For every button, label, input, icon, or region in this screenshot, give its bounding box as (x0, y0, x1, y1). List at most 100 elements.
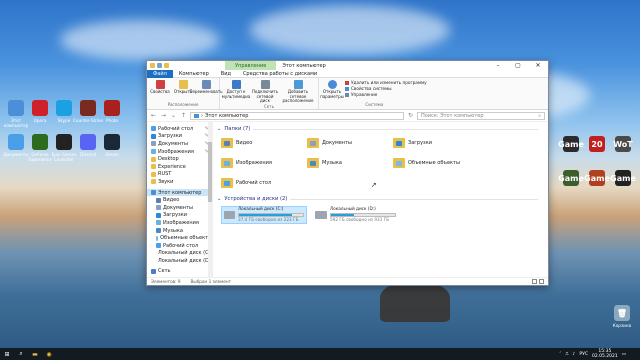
sidebar-item[interactable]: Музыка (147, 227, 212, 235)
folder-icon (307, 138, 319, 148)
navigation-scrollbar[interactable] (208, 122, 212, 277)
network-location-icon (293, 80, 303, 89)
back-button[interactable]: ← (150, 112, 157, 119)
chevron-up-icon[interactable]: ˄ (559, 352, 561, 357)
large-icons-view-button[interactable] (539, 279, 544, 284)
desktop-shortcut[interactable]: Game (608, 170, 638, 188)
search-input[interactable]: Поиск: Этот компьютер ⌕ (417, 111, 545, 120)
folder-icon (8, 134, 24, 150)
desktop-shortcut[interactable]: Photo (97, 100, 127, 123)
chrome-taskbar-icon[interactable]: ◉ (42, 348, 56, 360)
drive-icon (224, 211, 235, 219)
rename-button[interactable]: Переименовать (189, 80, 223, 95)
sidebar-item[interactable]: Рабочий стол (147, 242, 212, 250)
desktop-shortcut-label: Opera (33, 118, 47, 123)
tab-file[interactable]: Файл (147, 69, 173, 78)
folder-item[interactable]: Документы (307, 136, 393, 150)
sidebar-item[interactable]: Изображения (147, 219, 212, 227)
folder-item[interactable]: Рабочий стол (221, 176, 307, 190)
sidebar-item[interactable]: Объемные объекты (147, 234, 212, 242)
media-access-button[interactable]: Доступ к мультимедиа (222, 80, 250, 99)
window-controls: – ▢ ✕ (488, 61, 548, 70)
network-icon (151, 268, 156, 274)
up-button[interactable]: ↑ (180, 112, 187, 119)
sidebar-item-label: Рабочий стол (158, 125, 194, 132)
sidebar-item[interactable]: Локальный диск (C:) (147, 250, 212, 258)
sidebar-item[interactable]: Видео (147, 196, 212, 204)
window-title: Этот компьютер (282, 62, 326, 69)
sidebar-item[interactable]: Документы ✎ (147, 140, 212, 148)
context-tab-manage[interactable]: Управление (225, 61, 277, 70)
ribbon-tabs: Файл Компьютер Вид Средства работы с дис… (147, 69, 548, 78)
sidebar-item[interactable]: Звуки (147, 178, 212, 186)
address-bar[interactable]: › Этот компьютер (190, 111, 404, 120)
properties-icon[interactable] (157, 63, 162, 68)
sidebar-item[interactable]: Desktop (147, 155, 212, 163)
language-indicator[interactable]: РУС (579, 352, 588, 357)
drive-free-space: 592 ГБ свободно из 931 ГБ (330, 217, 390, 222)
minimize-button[interactable]: – (488, 61, 508, 70)
recycle-bin[interactable]: 🗑 Корзина (607, 305, 637, 328)
sidebar-item[interactable]: Загрузки ✎ (147, 133, 212, 141)
ribbon: Свойства Открыть Переименовать Расположе… (147, 78, 548, 110)
download-icon (151, 133, 156, 139)
sidebar-item[interactable]: Загрузки (147, 212, 212, 220)
open-settings-button[interactable]: Открыть параметры (320, 80, 344, 99)
desktop-shortcut[interactable]: Steam (97, 134, 127, 157)
add-network-location-button[interactable]: Добавить сетевое расположение (281, 80, 315, 104)
file-explorer-taskbar-icon[interactable]: ▬ (28, 348, 42, 360)
clock[interactable]: 15:35 02.05.2021 (592, 349, 618, 359)
volume-icon[interactable]: ♪ (572, 352, 575, 357)
forward-button[interactable]: → (160, 112, 167, 119)
sidebar-item[interactable]: Локальный диск (D:) (147, 257, 212, 265)
folder-item[interactable]: Видео (221, 136, 307, 150)
video-icon (156, 197, 161, 203)
uninstall-program-link[interactable]: Удалить или изменить программу (345, 80, 427, 85)
new-folder-icon[interactable] (164, 63, 169, 68)
recent-locations-button[interactable]: ⌄ (170, 112, 177, 119)
pictures-icon (151, 149, 156, 155)
search-icon[interactable]: ⌕ (14, 348, 28, 360)
drive-item[interactable]: Локальный диск (D:) 592 ГБ свободно из 93… (313, 206, 399, 224)
status-bar: Элементов: 9 Выбран 1 элемент (147, 277, 548, 285)
sidebar-item[interactable]: Изображения ✎ (147, 148, 212, 156)
close-button[interactable]: ✕ (528, 61, 548, 70)
details-view-button[interactable] (532, 279, 537, 284)
manage-link[interactable]: Управление (345, 92, 427, 97)
sidebar-item[interactable]: Этот компьютер (147, 188, 212, 197)
computer-icon (194, 113, 199, 118)
network-icon[interactable]: ⎍ (565, 351, 568, 357)
sidebar-item[interactable]: RUST (147, 171, 212, 179)
game-icon: Game (584, 170, 610, 186)
maximize-button[interactable]: ▢ (508, 61, 528, 70)
breadcrumb[interactable]: Этот компьютер (205, 113, 248, 119)
tab-view[interactable]: Вид (215, 70, 237, 78)
start-button[interactable]: ⊞ (0, 348, 14, 360)
folder-item[interactable]: Объемные объекты (393, 156, 479, 170)
refresh-button[interactable]: ↻ (407, 112, 414, 119)
drive-item[interactable]: Локальный диск (C:) 37,4 ГБ свободно из 2… (221, 206, 307, 224)
sidebar-item-label: RUST (158, 171, 172, 178)
sidebar-item[interactable]: Документы (147, 204, 212, 212)
tab-drive-tools[interactable]: Средства работы с дисками (237, 70, 323, 78)
folder-item[interactable]: Музыка (307, 156, 393, 170)
folder-item[interactable]: Загрузки (393, 136, 479, 150)
notifications-icon[interactable]: ▭ (622, 352, 626, 357)
system-properties-link[interactable]: Свойства системы (345, 86, 427, 91)
sidebar-item[interactable]: Сеть (147, 268, 212, 276)
sidebar-item-label: Desktop (158, 156, 179, 163)
folder-item[interactable]: Изображения (221, 156, 307, 170)
folders-section-header[interactable]: ⌄ Папки (7) (217, 126, 548, 132)
sidebar-item[interactable]: Experience (147, 163, 212, 171)
drives-section-header[interactable]: ⌄ Устройства и диски (2) (217, 196, 548, 202)
folder-icon[interactable] (150, 63, 155, 68)
tab-computer[interactable]: Компьютер (173, 70, 215, 78)
properties-icon (155, 80, 165, 89)
properties-button[interactable]: Свойства (150, 80, 170, 95)
explorer-window: Управление Этот компьютер – ▢ ✕ Файл Ком… (146, 60, 549, 286)
map-network-drive-button[interactable]: Подключить сетевой диск (252, 80, 278, 104)
scrollbar-thumb[interactable] (208, 142, 212, 202)
title-bar[interactable]: Управление Этот компьютер – ▢ ✕ (147, 61, 548, 70)
sidebar-item[interactable]: Рабочий стол ✎ (147, 125, 212, 133)
desktop-shortcut[interactable]: WoT (608, 136, 638, 154)
